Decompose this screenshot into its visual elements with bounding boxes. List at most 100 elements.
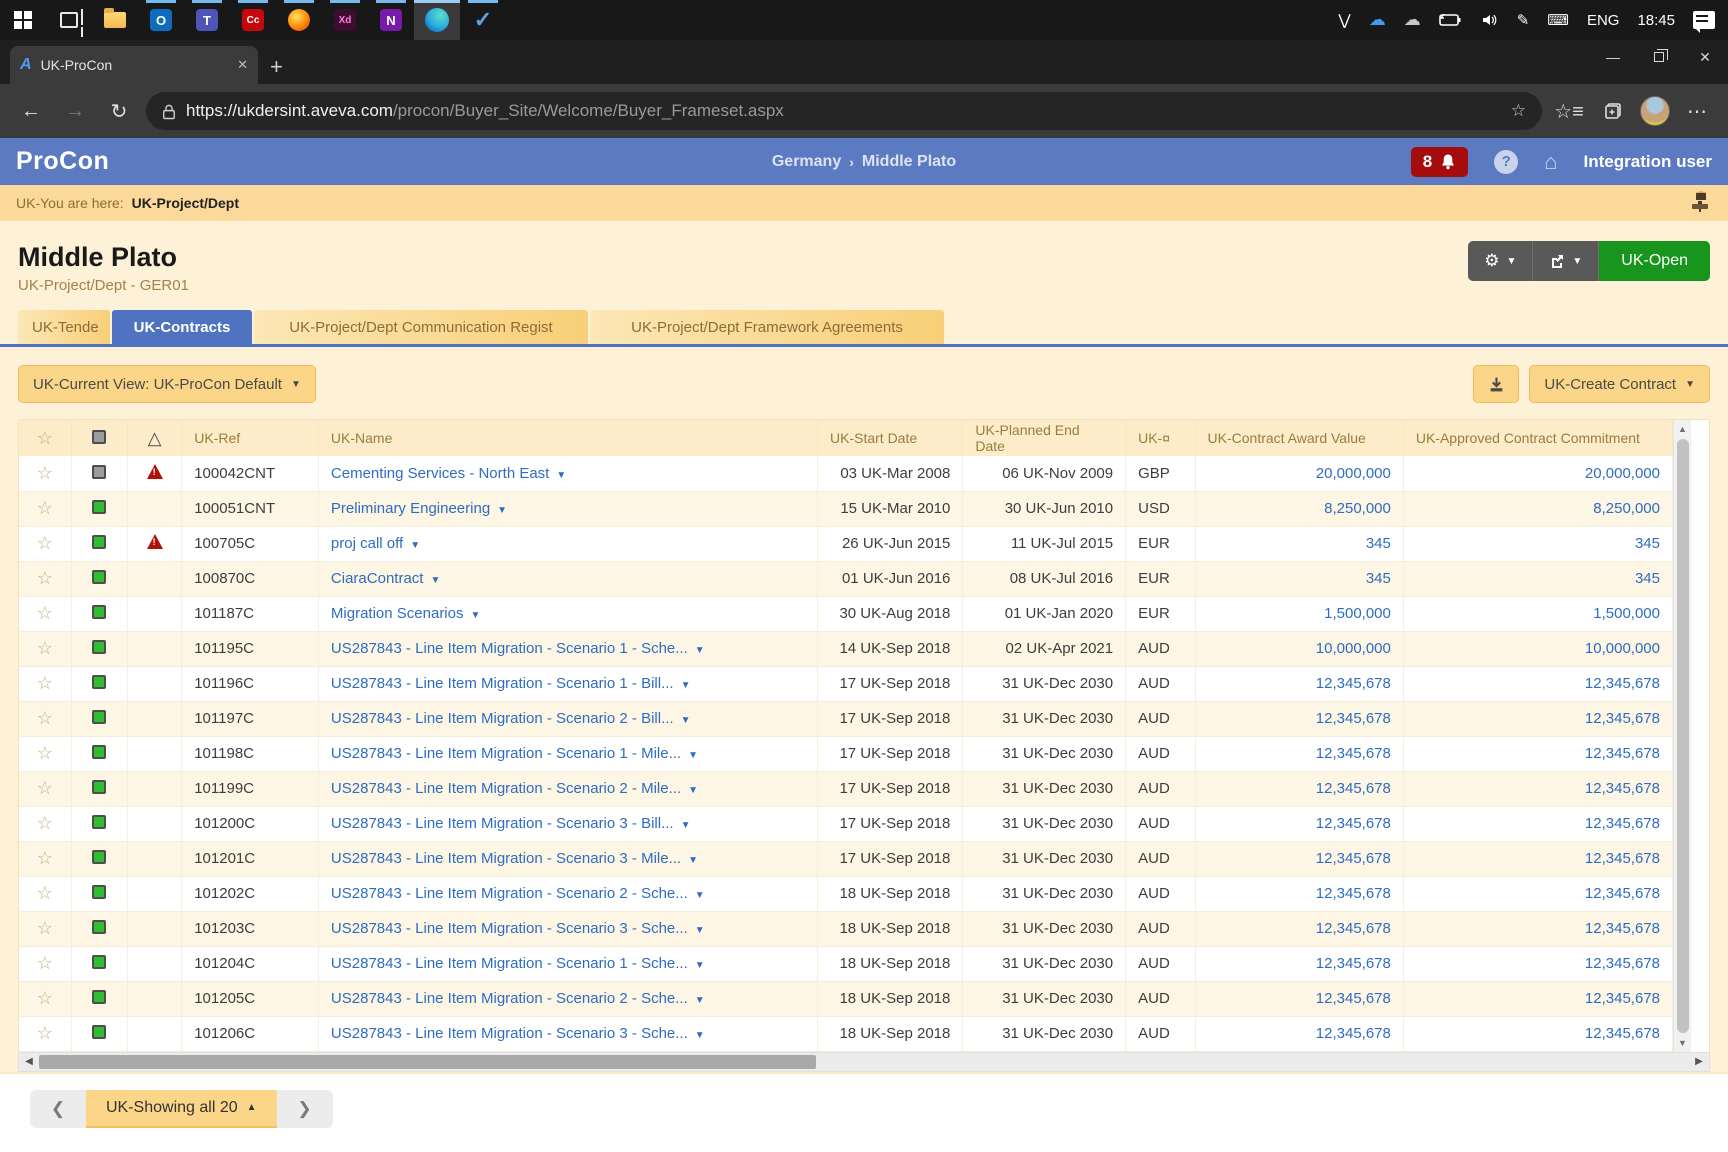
favorite-star-icon[interactable]: ☆	[37, 708, 53, 728]
contract-name-link[interactable]: proj call off▼	[331, 535, 420, 552]
commitment-column-header[interactable]: UK-Approved Contract Commitment	[1403, 420, 1672, 456]
tray-chevron-icon[interactable]: ⋁	[1331, 0, 1357, 40]
favorite-column-header[interactable]: ☆	[19, 420, 71, 456]
warning-column-header[interactable]: △	[127, 420, 181, 456]
help-icon[interactable]: ?	[1494, 150, 1518, 174]
name-column-header[interactable]: UK-Name	[318, 420, 817, 456]
tab-contracts[interactable]: UK-Contracts	[112, 310, 252, 344]
window-close-button[interactable]: ✕	[1682, 40, 1728, 74]
contract-name-link[interactable]: US287843 - Line Item Migration - Scenari…	[331, 640, 705, 657]
start-button-icon[interactable]	[0, 0, 46, 40]
table-row[interactable]: ☆101196CUS287843 - Line Item Migration -…	[19, 666, 1673, 701]
sitemap-icon[interactable]	[1688, 191, 1712, 216]
contract-name-link[interactable]: US287843 - Line Item Migration - Scenari…	[331, 885, 705, 902]
favorite-star-icon[interactable]: ☆	[37, 743, 53, 763]
battery-icon[interactable]	[1432, 0, 1468, 40]
contract-name-link[interactable]: Preliminary Engineering▼	[331, 500, 507, 517]
table-row[interactable]: ☆100870CCiaraContract▼01 UK-Jun 201608 U…	[19, 561, 1673, 596]
favorite-star-icon[interactable]: ☆	[37, 953, 53, 973]
favorite-page-icon[interactable]: ☆	[1511, 101, 1526, 121]
window-minimize-button[interactable]: —	[1590, 40, 1636, 74]
new-tab-button[interactable]: +	[270, 54, 283, 80]
procon-logo[interactable]: ProCon	[16, 147, 109, 176]
table-row[interactable]: ☆101201CUS287843 - Line Item Migration -…	[19, 841, 1673, 876]
onedrive-icon[interactable]: ☁	[1362, 0, 1393, 40]
favorite-star-icon[interactable]: ☆	[37, 568, 53, 588]
award-value-column-header[interactable]: UK-Contract Award Value	[1195, 420, 1403, 456]
contract-name-link[interactable]: US287843 - Line Item Migration - Scenari…	[331, 780, 698, 797]
volume-icon[interactable]	[1472, 0, 1506, 40]
adobe-creative-cloud-icon[interactable]: Cc	[230, 0, 276, 40]
adobe-xd-icon[interactable]: Xd	[322, 0, 368, 40]
table-row[interactable]: ☆101202CUS287843 - Line Item Migration -…	[19, 876, 1673, 911]
language-indicator[interactable]: ENG	[1580, 0, 1627, 40]
favorite-star-icon[interactable]: ☆	[37, 813, 53, 833]
action-center-icon[interactable]	[1686, 0, 1722, 40]
table-row[interactable]: ☆101200CUS287843 - Line Item Migration -…	[19, 806, 1673, 841]
contract-name-link[interactable]: US287843 - Line Item Migration - Scenari…	[331, 920, 705, 937]
download-button[interactable]	[1473, 365, 1519, 403]
onenote-icon[interactable]: N	[368, 0, 414, 40]
tab-communication-register[interactable]: UK-Project/Dept Communication Regist	[254, 310, 588, 344]
browser-tab[interactable]: A UK-ProCon ✕	[10, 46, 258, 84]
contract-name-link[interactable]: Migration Scenarios▼	[331, 605, 480, 622]
status-column-header[interactable]	[71, 420, 127, 456]
edge-icon[interactable]	[414, 0, 460, 40]
user-name[interactable]: Integration user	[1584, 152, 1712, 172]
clock[interactable]: 18:45	[1630, 0, 1682, 40]
horizontal-scroll-thumb[interactable]	[39, 1055, 816, 1069]
scroll-up-icon[interactable]: ▲	[1674, 420, 1691, 438]
profile-avatar[interactable]	[1640, 96, 1670, 126]
table-row[interactable]: ☆101198CUS287843 - Line Item Migration -…	[19, 736, 1673, 771]
table-row[interactable]: ☆101203CUS287843 - Line Item Migration -…	[19, 911, 1673, 946]
table-row[interactable]: ☆101187CMigration Scenarios▼30 UK-Aug 20…	[19, 596, 1673, 631]
breadcrumb-country[interactable]: Germany	[772, 153, 841, 171]
favorite-star-icon[interactable]: ☆	[37, 603, 53, 623]
breadcrumb-project[interactable]: Middle Plato	[862, 153, 956, 171]
teams-icon[interactable]: T	[184, 0, 230, 40]
tab-tenders[interactable]: UK-Tende	[18, 310, 110, 344]
contract-name-link[interactable]: US287843 - Line Item Migration - Scenari…	[331, 710, 691, 727]
table-row[interactable]: ☆101195CUS287843 - Line Item Migration -…	[19, 631, 1673, 666]
table-row[interactable]: ☆101205CUS287843 - Line Item Migration -…	[19, 981, 1673, 1016]
favorite-star-icon[interactable]: ☆	[37, 673, 53, 693]
contract-name-link[interactable]: Cementing Services - North East▼	[331, 465, 566, 482]
page-size-dropdown[interactable]: UK-Showing all 20 ▲	[86, 1090, 277, 1128]
refresh-button[interactable]: ↻	[102, 94, 136, 128]
onedrive-personal-icon[interactable]: ☁	[1397, 0, 1428, 40]
favorite-star-icon[interactable]: ☆	[37, 883, 53, 903]
home-icon[interactable]: ⌂	[1544, 149, 1557, 175]
export-dropdown-button[interactable]: ▼	[1533, 241, 1599, 281]
back-button[interactable]: ←	[14, 94, 48, 128]
favorite-star-icon[interactable]: ☆	[37, 848, 53, 868]
table-row[interactable]: ☆100051CNTPreliminary Engineering▼15 UK-…	[19, 491, 1673, 526]
table-row[interactable]: ☆101204CUS287843 - Line Item Migration -…	[19, 946, 1673, 981]
todo-icon[interactable]: ✓	[460, 0, 506, 40]
contract-name-link[interactable]: US287843 - Line Item Migration - Scenari…	[331, 990, 705, 1007]
task-view-icon[interactable]	[46, 0, 92, 40]
favorite-star-icon[interactable]: ☆	[37, 918, 53, 938]
contract-name-link[interactable]: US287843 - Line Item Migration - Scenari…	[331, 745, 698, 762]
ref-column-header[interactable]: UK-Ref	[182, 420, 319, 456]
tab-close-icon[interactable]: ✕	[237, 57, 248, 73]
contract-name-link[interactable]: CiaraContract▼	[331, 570, 440, 587]
window-restore-button[interactable]	[1636, 40, 1682, 74]
outlook-icon[interactable]: O	[138, 0, 184, 40]
create-contract-dropdown[interactable]: UK-Create Contract ▼	[1529, 365, 1710, 403]
address-bar[interactable]: https://ukdersint.aveva.com/procon/Buyer…	[146, 92, 1542, 130]
favorite-star-icon[interactable]: ☆	[37, 1023, 53, 1043]
contract-name-link[interactable]: US287843 - Line Item Migration - Scenari…	[331, 1025, 705, 1042]
table-row[interactable]: ☆!100705Cproj call off▼26 UK-Jun 201511 …	[19, 526, 1673, 561]
pen-icon[interactable]: ✎	[1510, 0, 1537, 40]
forward-button[interactable]: →	[58, 94, 92, 128]
scroll-left-icon[interactable]: ◀	[19, 1056, 39, 1067]
collections-icon[interactable]	[1596, 94, 1630, 128]
touch-keyboard-icon[interactable]: ⌨	[1540, 0, 1576, 40]
favorite-star-icon[interactable]: ☆	[37, 498, 53, 518]
scroll-down-icon[interactable]: ▼	[1674, 1034, 1691, 1052]
favorite-star-icon[interactable]: ☆	[37, 778, 53, 798]
start-date-column-header[interactable]: UK-Start Date	[818, 420, 963, 456]
contract-name-link[interactable]: US287843 - Line Item Migration - Scenari…	[331, 955, 705, 972]
favorite-star-icon[interactable]: ☆	[37, 463, 53, 483]
favorite-star-icon[interactable]: ☆	[37, 988, 53, 1008]
